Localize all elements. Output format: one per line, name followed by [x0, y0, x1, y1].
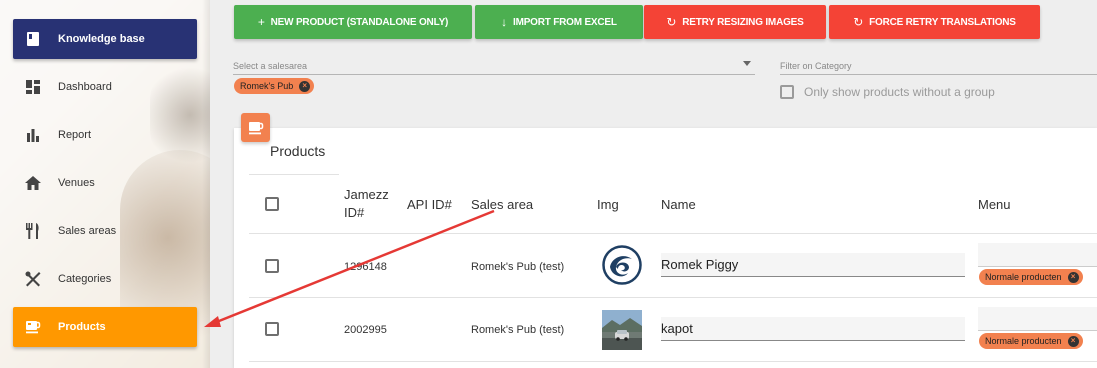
column-header-menu[interactable]: Menu	[978, 196, 1011, 214]
header-line: Jamezz	[344, 187, 389, 202]
product-image-photo[interactable]	[602, 310, 642, 350]
column-header-sales-area[interactable]: Sales area	[471, 196, 533, 214]
chip-label: Normale producten	[985, 336, 1062, 346]
plus-icon: +	[257, 15, 265, 29]
cutlery-icon	[24, 222, 42, 240]
product-name-input[interactable]: kapot	[661, 317, 965, 341]
menu-select[interactable]	[978, 243, 1097, 267]
row-checkbox[interactable]	[265, 259, 279, 273]
salesarea-chip: Romek's Pub ×	[234, 78, 315, 94]
chip-label: Romek's Pub	[240, 81, 294, 91]
sidebar-item-venues[interactable]: Venues	[13, 163, 197, 203]
retry-resizing-images-button[interactable]: ↻ RETRY RESIZING IMAGES	[644, 5, 826, 39]
sidebar-item-categories[interactable]: Categories	[13, 259, 197, 299]
import-excel-label: IMPORT FROM EXCEL	[512, 16, 617, 28]
column-header-api-id[interactable]: API ID#	[407, 196, 452, 214]
sidebar: Knowledge base Dashboard Report Venues S…	[0, 0, 210, 368]
chip-label: Normale producten	[985, 272, 1062, 282]
menu-select[interactable]	[978, 307, 1097, 331]
sidebar-item-label: Knowledge base	[58, 33, 145, 45]
product-image-logo[interactable]	[602, 245, 642, 285]
header-divider	[249, 233, 1097, 234]
sidebar-item-label: Venues	[58, 177, 95, 189]
sidebar-item-label: Report	[58, 129, 92, 141]
row-divider	[249, 361, 1097, 362]
header-line: ID#	[344, 205, 365, 220]
refresh-icon: ↻	[853, 15, 864, 29]
caret-down-icon	[743, 61, 751, 66]
sidebar-item-label: Dashboard	[58, 81, 112, 93]
salesarea-placeholder: Select a salesarea	[233, 61, 308, 71]
sidebar-edge	[202, 0, 210, 368]
select-all-checkbox[interactable]	[265, 197, 279, 211]
bar-chart-icon	[24, 126, 42, 144]
remove-chip-icon[interactable]: ×	[299, 80, 311, 92]
divider	[249, 174, 339, 175]
force-translations-label: FORCE RETRY TRANSLATIONS	[869, 16, 1016, 28]
column-header-img[interactable]: Img	[597, 196, 619, 214]
sidebar-item-products[interactable]: Products	[13, 307, 197, 347]
row-checkbox[interactable]	[265, 322, 279, 336]
row-sales-area: Romek's Pub (test)	[471, 324, 565, 336]
crossed-utensils-icon	[24, 270, 42, 288]
card-title: Products	[270, 143, 326, 159]
arrow-down-icon: ↓	[501, 15, 507, 29]
only-without-group-toggle[interactable]: Only show products without a group	[780, 85, 995, 99]
sidebar-item-label: Sales areas	[58, 225, 117, 237]
sidebar-item-sales-areas[interactable]: Sales areas	[13, 211, 197, 251]
row-jamezz-id: 2002995	[344, 324, 387, 336]
force-retry-translations-button[interactable]: ↻ FORCE RETRY TRANSLATIONS	[829, 5, 1040, 39]
sidebar-item-report[interactable]: Report	[13, 115, 197, 155]
cup-icon	[241, 113, 270, 142]
only-without-group-label: Only show products without a group	[804, 85, 995, 99]
category-filter-placeholder: Filter on Category	[780, 61, 852, 71]
menu-chip: Normale producten ×	[979, 333, 1083, 349]
category-filter-input[interactable]: Filter on Category	[780, 55, 1097, 75]
retry-images-label: RETRY RESIZING IMAGES	[682, 16, 804, 28]
remove-chip-icon[interactable]: ×	[1067, 335, 1079, 347]
menu-chip: Normale producten ×	[979, 269, 1083, 285]
cup-icon	[24, 318, 42, 336]
dashboard-icon	[24, 78, 42, 96]
row-divider	[249, 297, 1097, 298]
book-icon	[24, 30, 42, 48]
column-header-name[interactable]: Name	[661, 196, 696, 214]
checkbox[interactable]	[780, 85, 794, 99]
row-sales-area: Romek's Pub (test)	[471, 261, 565, 273]
column-header-jamezz-id[interactable]: Jamezz ID#	[344, 186, 389, 222]
sidebar-item-label: Products	[58, 321, 106, 333]
new-product-label: NEW PRODUCT (STANDALONE ONLY)	[270, 16, 449, 28]
sidebar-item-dashboard[interactable]: Dashboard	[13, 67, 197, 107]
home-icon	[24, 174, 42, 192]
salesarea-select[interactable]: Select a salesarea	[233, 55, 755, 75]
remove-chip-icon[interactable]: ×	[1067, 271, 1079, 283]
new-product-button[interactable]: + NEW PRODUCT (STANDALONE ONLY)	[234, 5, 472, 39]
row-jamezz-id: 1296148	[344, 261, 387, 273]
sidebar-item-label: Categories	[58, 273, 112, 285]
refresh-icon: ↻	[666, 15, 677, 29]
sidebar-item-knowledge-base[interactable]: Knowledge base	[13, 19, 197, 59]
import-excel-button[interactable]: ↓ IMPORT FROM EXCEL	[475, 5, 643, 39]
product-name-input[interactable]: Romek Piggy	[661, 253, 965, 277]
